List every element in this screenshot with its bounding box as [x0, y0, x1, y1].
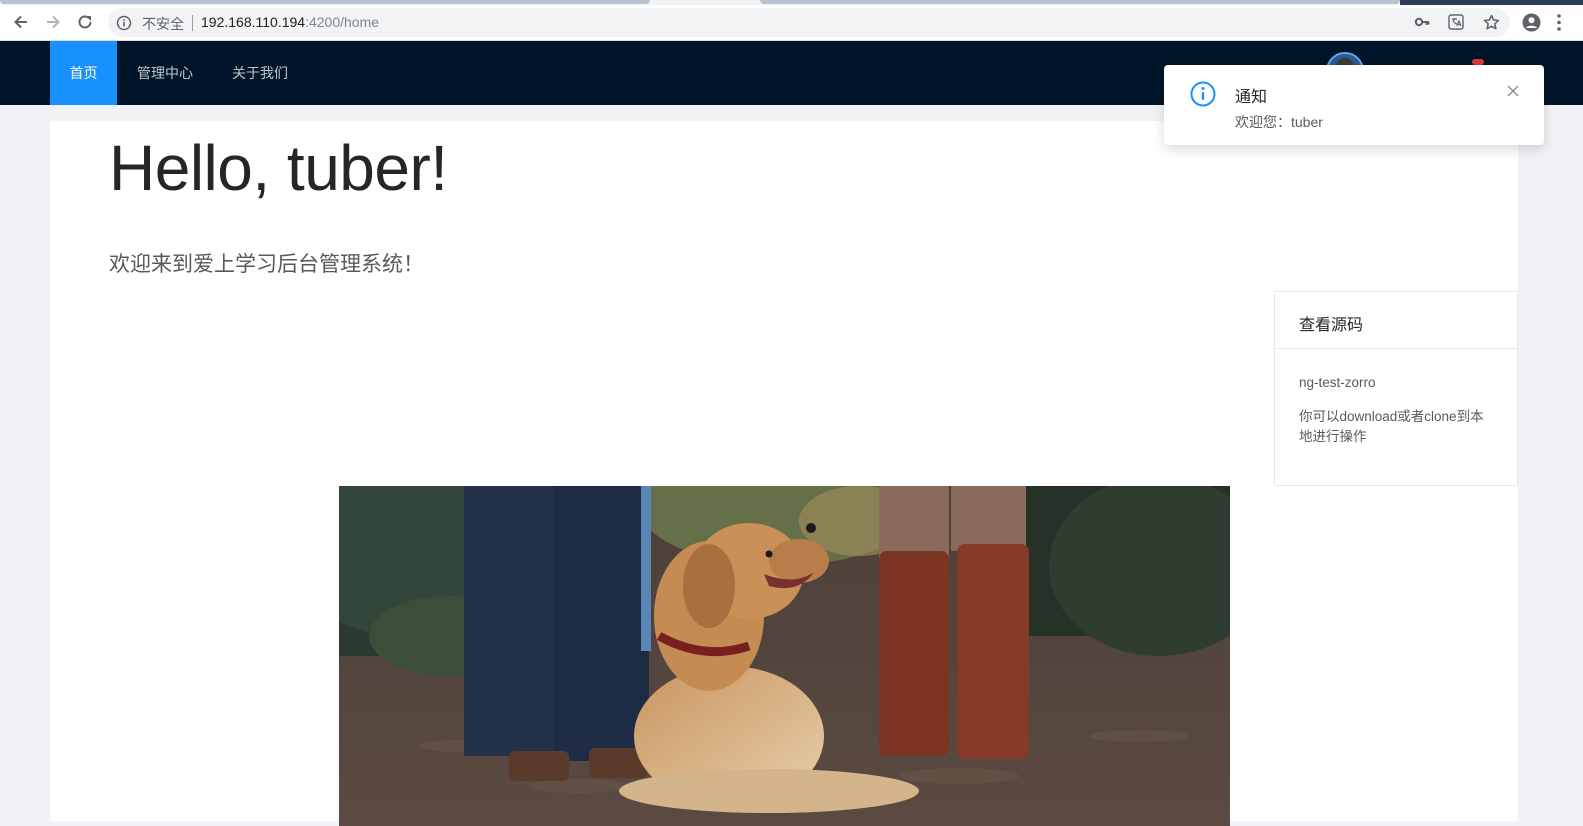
menu-item-admin-center[interactable]: 管理中心 [117, 41, 213, 105]
browser-tab[interactable] [760, 0, 1400, 4]
back-button[interactable] [8, 9, 34, 35]
menu-item-home[interactable]: 首页 [50, 41, 117, 105]
account-icon[interactable] [1522, 13, 1541, 32]
page-title: Hello, tuber! [109, 132, 448, 204]
notification: 通知 欢迎您：tuber [1164, 65, 1544, 145]
more-icon[interactable] [1556, 13, 1562, 32]
reload-icon [78, 15, 92, 29]
address-bar[interactable]: 不安全 192.168.110.194:4200/home [108, 8, 1510, 37]
key-icon[interactable] [1414, 14, 1430, 30]
notification-title: 通知 [1235, 89, 1268, 106]
repo-description: 你可以download或者clone到本地进行操作 [1299, 409, 1484, 444]
divider [192, 15, 193, 31]
star-icon[interactable] [1483, 14, 1500, 31]
content-card: Hello, tuber! 欢迎来到爱上学习后台管理系统！ 查看源码 ng-te… [50, 121, 1518, 826]
welcome-text: 欢迎来到爱上学习后台管理系统！ [109, 253, 424, 276]
back-icon [14, 15, 27, 29]
url-text[interactable]: 192.168.110.194:4200/home [201, 14, 379, 30]
browser-tab[interactable] [0, 0, 650, 4]
forward-button[interactable] [40, 9, 66, 35]
info-circle-icon [1190, 81, 1216, 107]
security-label: 不安全 [142, 16, 184, 32]
url-path: :4200/home [305, 14, 380, 30]
notification-message: 欢迎您：tuber [1235, 114, 1323, 130]
url-host: 192.168.110.194 [201, 14, 306, 30]
forward-icon [47, 15, 60, 29]
browser-toolbar: 不安全 192.168.110.194:4200/home [0, 5, 1583, 41]
close-icon[interactable] [1506, 84, 1520, 98]
translate-icon[interactable] [1448, 14, 1464, 30]
menu-item-about-us[interactable]: 关于我们 [213, 41, 307, 105]
source-card-title: 查看源码 [1275, 292, 1517, 349]
source-code-card: 查看源码 ng-test-zorro 你可以download或者clone到本地… [1274, 291, 1518, 486]
reload-button[interactable] [72, 9, 98, 35]
info-icon[interactable] [116, 15, 132, 31]
repo-name[interactable]: ng-test-zorro [1299, 373, 1493, 393]
photo-illustration [339, 486, 1230, 826]
dog-photo [339, 486, 1230, 826]
